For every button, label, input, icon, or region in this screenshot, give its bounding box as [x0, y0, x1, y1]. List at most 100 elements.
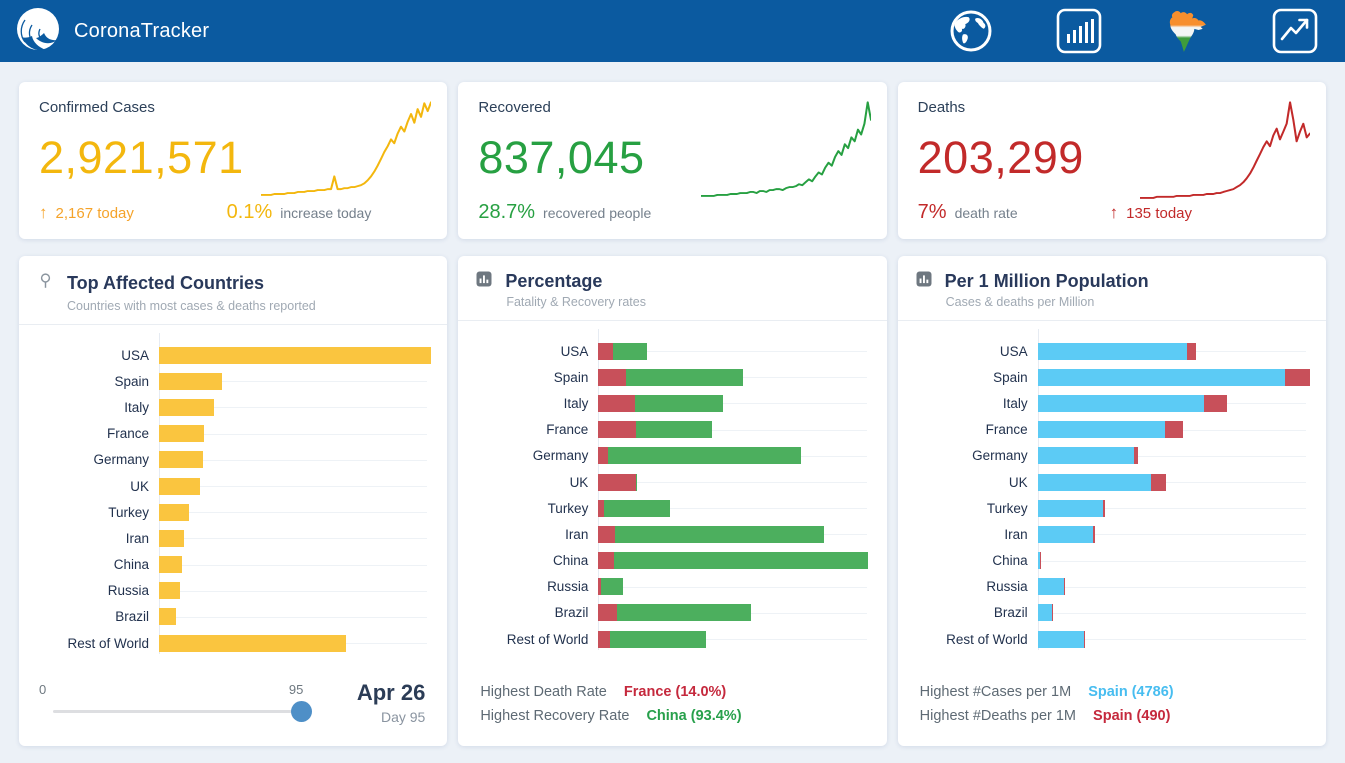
bar-segment[interactable]: [1038, 447, 1134, 464]
bar-segment[interactable]: [598, 604, 617, 621]
bar-track[interactable]: [159, 504, 431, 521]
bar-segment[interactable]: [1038, 526, 1093, 543]
bar-track[interactable]: [598, 526, 870, 543]
bar-track[interactable]: [1038, 447, 1310, 464]
bar-segment[interactable]: [598, 631, 610, 648]
bar-track[interactable]: [159, 530, 431, 547]
bar-segment[interactable]: [626, 369, 743, 386]
bar-track[interactable]: [159, 582, 431, 599]
bar-segment[interactable]: [159, 582, 180, 599]
poll-icon: [476, 271, 492, 292]
bar-segment[interactable]: [1187, 343, 1196, 360]
bar-segment[interactable]: [1038, 604, 1052, 621]
globe-icon[interactable]: [947, 7, 995, 55]
bar-track[interactable]: [1038, 631, 1310, 648]
bar-track[interactable]: [1038, 604, 1310, 621]
bar-segment[interactable]: [1052, 604, 1054, 621]
bar-segment[interactable]: [159, 556, 182, 573]
bar-segment[interactable]: [1134, 447, 1138, 464]
trending-up-icon[interactable]: [1271, 7, 1319, 55]
bar-segment[interactable]: [598, 395, 635, 412]
bar-segment[interactable]: [598, 421, 636, 438]
bar-segment[interactable]: [601, 578, 624, 595]
bar-segment[interactable]: [635, 395, 723, 412]
bar-segment[interactable]: [614, 552, 868, 569]
chart-row: USA: [470, 338, 870, 364]
bar-segment[interactable]: [617, 604, 751, 621]
bar-segment[interactable]: [598, 526, 614, 543]
india-map-icon[interactable]: [1163, 7, 1211, 55]
bar-track[interactable]: [159, 347, 431, 364]
bar-segment[interactable]: [598, 343, 613, 360]
bar-segment[interactable]: [615, 526, 824, 543]
bar-chart-icon[interactable]: [1055, 7, 1103, 55]
bar-track[interactable]: [598, 604, 870, 621]
bar-track[interactable]: [598, 369, 870, 386]
bar-track[interactable]: [159, 451, 431, 468]
slider-handle[interactable]: [291, 701, 312, 722]
bar-segment[interactable]: [598, 369, 626, 386]
bar-segment[interactable]: [1038, 474, 1151, 491]
bar-segment[interactable]: [159, 373, 222, 390]
bar-segment[interactable]: [159, 425, 204, 442]
bar-track[interactable]: [598, 474, 870, 491]
bar-segment[interactable]: [159, 635, 346, 652]
bar-segment[interactable]: [1084, 631, 1085, 648]
bar-track[interactable]: [1038, 578, 1310, 595]
bar-track[interactable]: [159, 399, 431, 416]
bar-track[interactable]: [598, 421, 870, 438]
bar-segment[interactable]: [1038, 343, 1188, 360]
bar-track[interactable]: [1038, 500, 1310, 517]
bar-track[interactable]: [598, 552, 870, 569]
bar-segment[interactable]: [1151, 474, 1166, 491]
bar-segment[interactable]: [636, 474, 637, 491]
slider-track[interactable]: [53, 710, 303, 713]
bar-segment[interactable]: [159, 399, 214, 416]
bar-track[interactable]: [598, 343, 870, 360]
bar-segment[interactable]: [1038, 631, 1084, 648]
bar-track[interactable]: [1038, 526, 1310, 543]
bar-track[interactable]: [598, 631, 870, 648]
bar-segment[interactable]: [159, 478, 200, 495]
bar-track[interactable]: [598, 500, 870, 517]
bar-segment[interactable]: [636, 421, 711, 438]
bar-track[interactable]: [159, 556, 431, 573]
brand[interactable]: CoronaTracker: [16, 7, 209, 56]
bar-segment[interactable]: [1038, 578, 1064, 595]
bar-track[interactable]: [1038, 395, 1310, 412]
bar-track[interactable]: [159, 478, 431, 495]
bar-segment[interactable]: [159, 451, 203, 468]
bar-segment[interactable]: [1038, 395, 1205, 412]
bar-segment[interactable]: [604, 500, 670, 517]
bar-track[interactable]: [598, 395, 870, 412]
bar-segment[interactable]: [598, 447, 608, 464]
bar-segment[interactable]: [159, 504, 189, 521]
bar-segment[interactable]: [159, 530, 184, 547]
bar-segment[interactable]: [1103, 500, 1105, 517]
bar-track[interactable]: [159, 635, 431, 652]
bar-track[interactable]: [1038, 421, 1310, 438]
bar-segment[interactable]: [1165, 421, 1183, 438]
bar-track[interactable]: [598, 578, 870, 595]
bar-segment[interactable]: [1038, 421, 1165, 438]
bar-track[interactable]: [1038, 474, 1310, 491]
bar-segment[interactable]: [610, 631, 705, 648]
bar-segment[interactable]: [159, 608, 176, 625]
bar-segment[interactable]: [159, 347, 431, 364]
bar-track[interactable]: [1038, 552, 1310, 569]
bar-track[interactable]: [1038, 369, 1310, 386]
bar-track[interactable]: [159, 425, 431, 442]
bar-segment[interactable]: [1204, 395, 1227, 412]
bar-segment[interactable]: [1038, 369, 1285, 386]
bar-track[interactable]: [159, 373, 431, 390]
bar-segment[interactable]: [598, 552, 613, 569]
bar-track[interactable]: [1038, 343, 1310, 360]
bar-segment[interactable]: [598, 474, 635, 491]
bar-segment[interactable]: [608, 447, 800, 464]
bar-track[interactable]: [159, 608, 431, 625]
bar-segment[interactable]: [1038, 500, 1103, 517]
bar-segment[interactable]: [613, 343, 646, 360]
bar-segment[interactable]: [1285, 369, 1310, 386]
bar-segment[interactable]: [1093, 526, 1096, 543]
bar-track[interactable]: [598, 447, 870, 464]
